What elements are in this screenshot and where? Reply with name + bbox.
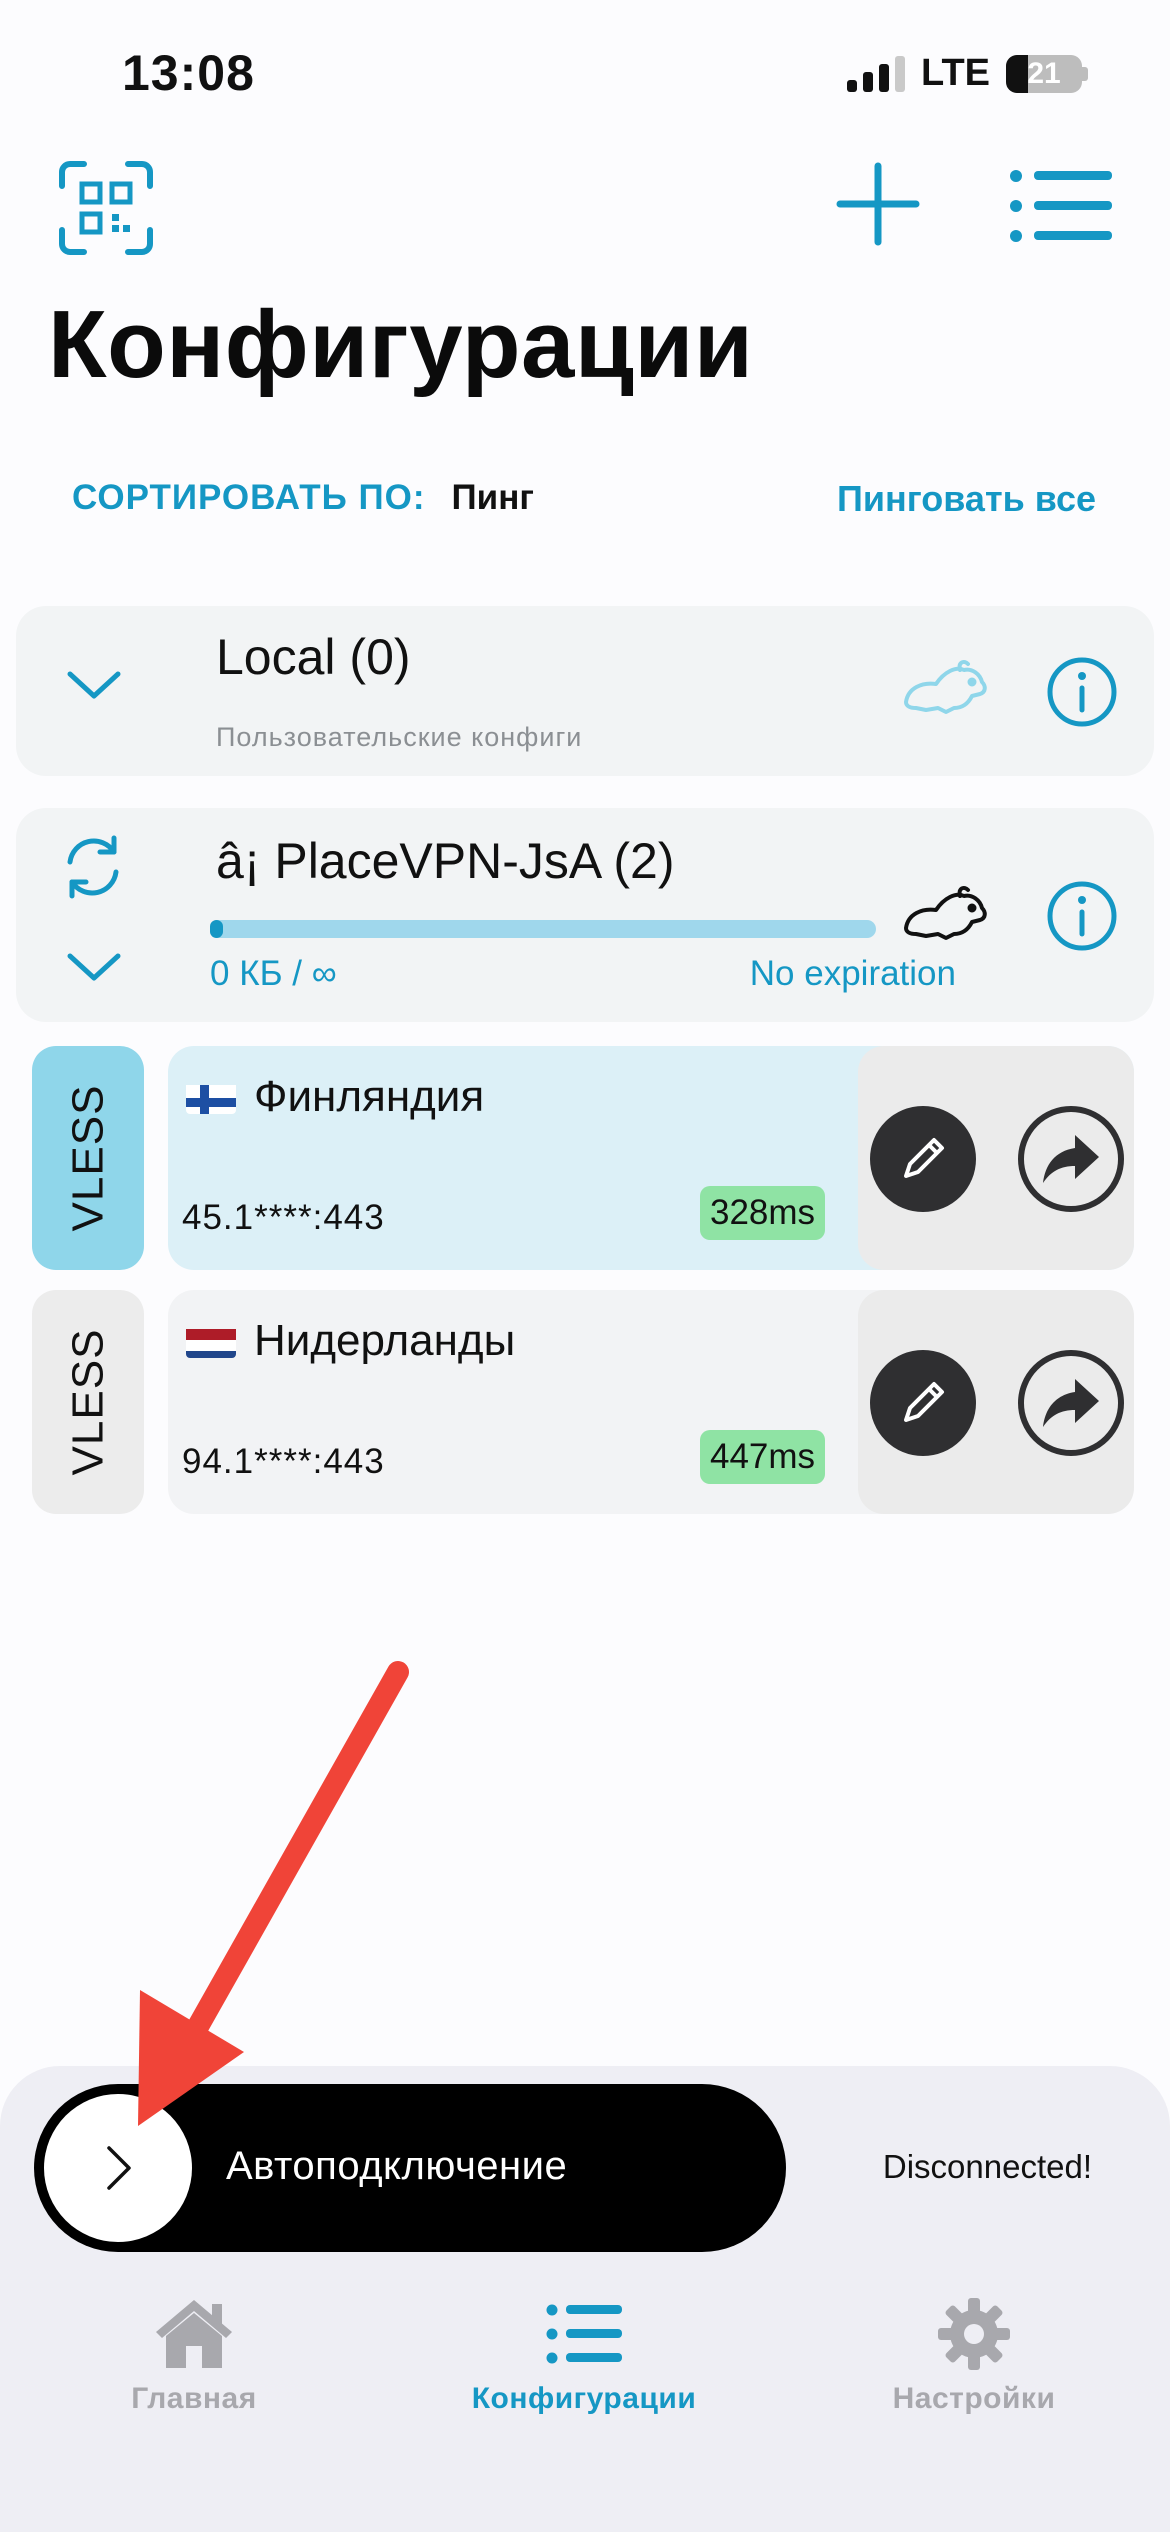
config-item[interactable]: Нидерланды 94.1****:443 447ms [168,1290,1134,1514]
add-config-button[interactable] [834,160,922,248]
config-name-row: Финляндия [186,1072,484,1122]
netherlands-flag-icon [186,1324,236,1358]
config-actions [858,1290,1134,1514]
chevron-down-icon[interactable] [66,668,122,702]
connection-status: Disconnected! [882,2148,1092,2185]
pencil-icon [904,1382,944,1422]
usage-text: 0 КБ / ∞ [210,954,337,993]
protocol-tab[interactable]: VLESS [32,1290,144,1514]
qr-scan-icon [59,161,153,255]
tab-settings[interactable]: Настройки [824,2296,1124,2416]
sort-value[interactable]: Пинг [452,478,534,518]
battery-level: 21 [1027,56,1061,90]
edit-button[interactable] [870,1106,976,1212]
pencil-icon [904,1138,944,1178]
share-button[interactable] [1018,1350,1124,1456]
sort-label: СОРТИРОВАТЬ ПО: [72,478,426,517]
chevron-right-icon [107,2146,131,2190]
group-title: â¡ PlaceVPN-JsA (2) [216,833,675,889]
chevron-down-icon[interactable] [66,950,122,984]
config-name-row: Нидерланды [186,1316,515,1366]
group-subscription: â¡ PlaceVPN-JsA (2) 0 КБ / ∞ No expirati… [16,808,1154,1022]
signal-icon [847,55,906,92]
slider-knob[interactable] [44,2094,192,2242]
status-time: 13:08 [122,45,255,101]
usage-progress-bar [210,920,876,938]
ping-badge: 328ms [700,1186,826,1240]
status-indicators: LTE 21 [847,52,1088,95]
finland-flag-icon [186,1080,236,1114]
plus-icon [836,162,920,246]
share-button[interactable] [1018,1106,1124,1212]
ping-all-button[interactable]: Пинговать все [837,478,1096,520]
group-title: Local (0) [216,629,411,685]
gear-icon [938,2298,1010,2370]
connect-label: Автоподключение [226,2144,568,2188]
battery-icon: 21 [1006,54,1088,93]
qr-scan-button[interactable] [56,158,156,258]
tab-configurations[interactable]: Конфигурации [434,2296,734,2416]
share-arrow-icon [1043,1135,1099,1183]
tab-label: Конфигурации [471,2382,697,2415]
refresh-icon[interactable] [56,834,130,900]
tab-label: Главная [131,2382,257,2415]
config-address: 45.1****:443 [182,1198,385,1237]
tab-home[interactable]: Главная [44,2296,344,2416]
home-icon [156,2300,232,2368]
info-icon[interactable] [1046,880,1118,952]
list-icon [546,2304,622,2364]
config-item[interactable]: Финляндия 45.1****:443 328ms [168,1046,1134,1270]
protocol-label: VLESS [63,1084,112,1232]
share-arrow-icon [1043,1379,1099,1427]
list-icon [1010,170,1112,242]
config-actions [858,1046,1134,1270]
config-name: Финляндия [254,1072,485,1121]
group-local: Local (0) Пользовательские конфиги [16,606,1154,776]
sort-control[interactable]: СОРТИРОВАТЬ ПО: Пинг [72,478,534,518]
info-icon[interactable] [1046,656,1118,728]
expiry-text: No expiration [749,954,956,993]
page-title: Конфигурации [48,291,754,398]
rabbit-speed-icon[interactable] [902,884,988,944]
protocol-tab[interactable]: VLESS [32,1046,144,1270]
ping-badge: 447ms [700,1430,826,1484]
rabbit-speed-icon[interactable] [902,658,988,718]
edit-button[interactable] [870,1350,976,1456]
tab-label: Настройки [892,2382,1056,2415]
config-name: Нидерланды [254,1316,516,1365]
protocol-label: VLESS [63,1328,112,1476]
network-type: LTE [921,52,990,94]
list-menu-button[interactable] [1008,166,1112,246]
group-subtitle: Пользовательские конфиги [216,722,583,752]
config-address: 94.1****:443 [182,1442,385,1481]
